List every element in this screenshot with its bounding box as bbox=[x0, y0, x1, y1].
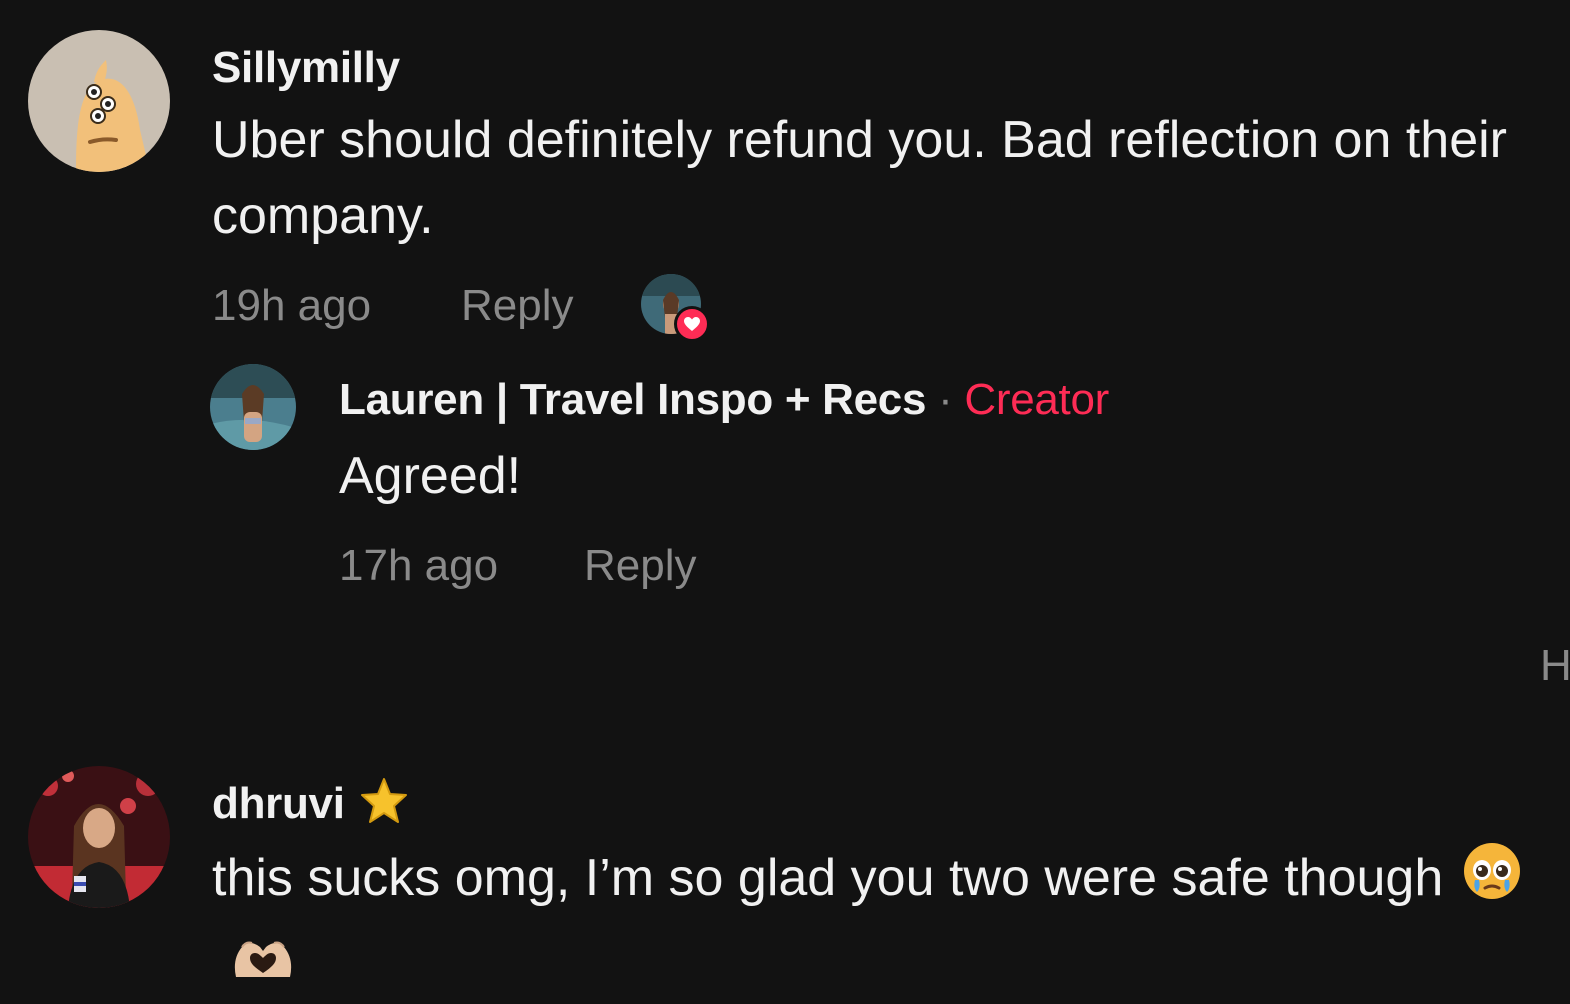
comment-timestamp: 19h ago bbox=[212, 281, 372, 330]
reply-username[interactable]: Lauren | Travel Inspo + Recs · Creator bbox=[339, 374, 1109, 426]
pleading-face-icon bbox=[1461, 840, 1523, 923]
avatar-dhruvi[interactable] bbox=[28, 766, 170, 908]
creator-liked-indicator bbox=[641, 274, 713, 344]
reply-button[interactable]: Reply bbox=[584, 540, 697, 592]
reply-text: Agreed! bbox=[339, 447, 522, 505]
reply-timestamp: 17h ago bbox=[339, 541, 499, 590]
comment-username-text[interactable]: dhruvi bbox=[212, 779, 345, 828]
comment-text: this sucks omg, I’m so glad you two were… bbox=[212, 840, 1552, 1002]
collapse-control[interactable]: H bbox=[1540, 640, 1570, 692]
photo-avatar-icon bbox=[28, 766, 170, 908]
reply-username-text[interactable]: Lauren | Travel Inspo + Recs bbox=[339, 375, 926, 424]
star-icon bbox=[359, 776, 409, 838]
separator-dot: · bbox=[938, 375, 953, 424]
creator-badge: Creator bbox=[964, 375, 1110, 424]
comment-text-body: this sucks omg, I’m so glad you two were… bbox=[212, 849, 1444, 908]
heart-icon bbox=[674, 306, 710, 342]
reply-button[interactable]: Reply bbox=[461, 280, 574, 332]
photo-avatar-icon bbox=[210, 364, 296, 450]
comment-username[interactable]: dhruvi bbox=[212, 776, 409, 838]
comment-text: Uber should definitely refund you. Bad r… bbox=[212, 111, 1507, 245]
comment-username[interactable]: Sillymilly bbox=[212, 42, 400, 94]
avatar-creator-lauren[interactable] bbox=[210, 364, 296, 450]
cartoon-avatar-icon bbox=[28, 30, 170, 172]
heart-hands-icon bbox=[230, 926, 296, 1002]
avatar-sillymilly[interactable] bbox=[28, 30, 170, 172]
